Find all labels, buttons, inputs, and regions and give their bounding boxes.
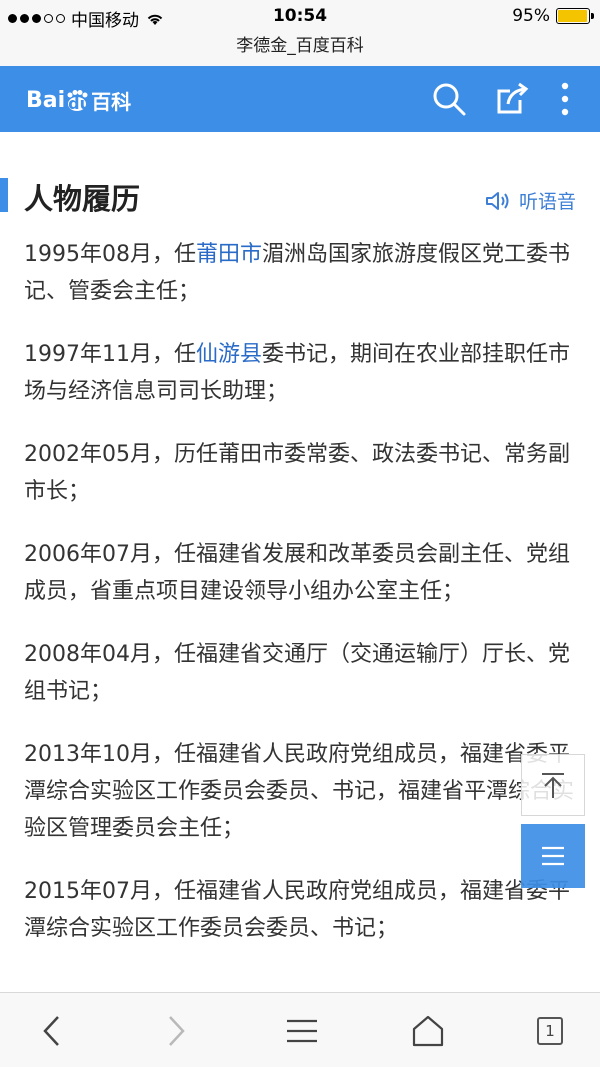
entry-text: 1995年08月，任 — [24, 242, 196, 267]
entry-text: 2013年10月，任福建省人民政府党组成员，福建省委平潭综合实验区工作委员会委员… — [24, 742, 575, 841]
entry-text: 2006年07月，任福建省发展和改革委员会副主任、党组成员，省重点项目建设领导小… — [24, 542, 570, 604]
chevron-left-icon — [43, 1016, 59, 1046]
logo-bai: Bai — [26, 88, 66, 113]
list-icon — [542, 846, 564, 866]
forward-button[interactable] — [156, 1011, 196, 1051]
entry-text: 2008年04月，任福建省交通厅（交通运输厅）厅长、党组书记； — [24, 642, 570, 704]
chevron-right-icon — [169, 1016, 185, 1046]
paw-icon: du — [66, 89, 91, 113]
battery-percent: 95% — [512, 6, 550, 26]
career-list: 1995年08月，任莆田市湄洲岛国家旅游度假区党工委书记、管委会主任； 1997… — [24, 236, 580, 973]
logo-baike: 百科 — [91, 90, 132, 114]
hamburger-menu-icon — [287, 1019, 317, 1043]
home-icon — [412, 1015, 444, 1047]
status-bar: 中国移动 10:54 95% — [0, 0, 600, 34]
menu-button[interactable] — [282, 1011, 322, 1051]
entry-link-putian[interactable]: 莆田市 — [196, 242, 262, 267]
list-item: 2006年07月，任福建省发展和改革委员会副主任、党组成员，省重点项目建设领导小… — [24, 536, 580, 610]
arrow-up-icon — [542, 773, 564, 798]
battery-fill — [558, 10, 587, 22]
list-item: 2013年10月，任福建省人民政府党组成员，福建省委平潭综合实验区工作委员会委员… — [24, 736, 580, 847]
clock: 10:54 — [272, 6, 328, 26]
entry-text: 2015年07月，任福建省人民政府党组成员，福建省委平潭综合实验区工作委员会委员… — [24, 879, 570, 941]
tab-count-badge: 1 — [537, 1017, 563, 1045]
back-to-top-button[interactable] — [521, 754, 585, 816]
tabs-button[interactable]: 1 — [530, 1011, 570, 1051]
more-vertical-icon[interactable] — [546, 80, 584, 118]
back-button[interactable] — [32, 1011, 72, 1051]
entry-text: 1997年11月，任 — [24, 342, 196, 367]
page-title-bar[interactable]: 李德金_百度百科 — [0, 34, 600, 66]
list-item: 1995年08月，任莆田市湄洲岛国家旅游度假区党工委书记、管委会主任； — [24, 236, 580, 310]
search-icon[interactable] — [430, 80, 468, 118]
logo-du: du — [68, 93, 91, 113]
list-item: 2002年05月，历任莆田市委常委、政法委书记、常务副市长； — [24, 436, 580, 510]
list-item: 2008年04月，任福建省交通厅（交通运输厅）厅长、党组书记； — [24, 636, 580, 710]
app-header: Bai du 百科 — [0, 66, 600, 132]
home-button[interactable] — [408, 1011, 448, 1051]
entry-text: 2002年05月，历任莆田市委常委、政法委书记、常务副市长； — [24, 442, 570, 504]
battery-status: 95% — [512, 6, 594, 26]
section-title: 人物履历 — [24, 182, 141, 216]
listen-button[interactable]: 听语音 — [485, 187, 576, 214]
entry-link-xianyou[interactable]: 仙游县 — [196, 342, 262, 367]
listen-label: 听语音 — [518, 191, 576, 213]
section-accent-bar — [0, 178, 8, 212]
share-icon[interactable] — [494, 80, 532, 118]
baidu-baike-logo[interactable]: Bai du 百科 — [26, 86, 131, 115]
list-item: 1997年11月，任仙游县委书记，期间在农业部挂职任市场与经济信息司司长助理； — [24, 336, 580, 410]
battery-icon — [556, 8, 594, 24]
catalog-menu-button[interactable] — [521, 824, 585, 888]
list-item: 2015年07月，任福建省人民政府党组成员，福建省委平潭综合实验区工作委员会委员… — [24, 873, 580, 947]
browser-toolbar: 1 — [0, 992, 600, 1067]
speaker-icon — [485, 191, 509, 210]
